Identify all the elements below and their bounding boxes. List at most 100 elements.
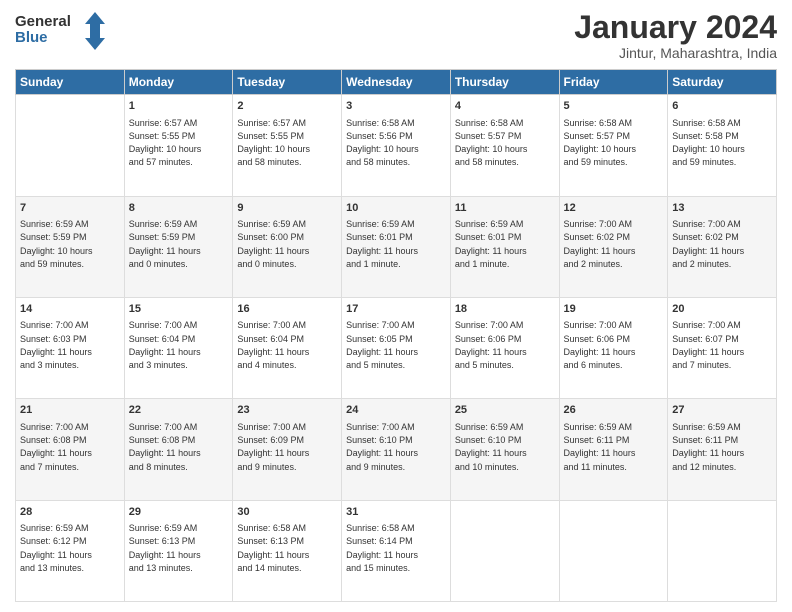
day-number: 31 (346, 505, 446, 520)
day-info: Sunrise: 6:59 AMSunset: 6:11 PMDaylight:… (672, 422, 744, 472)
day-info: Sunrise: 6:59 AMSunset: 6:13 PMDaylight:… (129, 523, 201, 573)
day-cell: 2Sunrise: 6:57 AMSunset: 5:55 PMDaylight… (233, 95, 342, 196)
day-cell: 11 Sunrise: 6:59 AMSunset: 6:01 PMDayligh… (450, 196, 559, 297)
title-block: January 2024 Jintur, Maharashtra, India (574, 10, 777, 61)
day-cell: 19Sunrise: 7:00 AMSunset: 6:06 PMDayligh… (559, 297, 668, 398)
day-info: Sunrise: 6:59 AMSunset: 6:01 PMDaylight:… (346, 219, 418, 269)
col-header-friday: Friday (559, 70, 668, 95)
day-cell: 3Sunrise: 6:58 AMSunset: 5:56 PMDaylight… (342, 95, 451, 196)
day-cell (450, 500, 559, 601)
day-number: 8 (129, 201, 229, 216)
day-info: Sunrise: 7:00 AMSunset: 6:04 PMDaylight:… (129, 320, 201, 370)
day-info: Sunrise: 7:00 AMSunset: 6:08 PMDaylight:… (20, 422, 92, 472)
header: General Blue January 2024 Jintur, Mahara… (15, 10, 777, 61)
col-header-wednesday: Wednesday (342, 70, 451, 95)
col-header-saturday: Saturday (668, 70, 777, 95)
main-title: January 2024 (574, 10, 777, 45)
day-info: Sunrise: 6:57 AMSunset: 5:55 PMDaylight:… (129, 118, 202, 168)
day-number: 17 (346, 302, 446, 317)
day-cell: 5Sunrise: 6:58 AMSunset: 5:57 PMDaylight… (559, 95, 668, 196)
day-info: Sunrise: 7:00 AMSunset: 6:10 PMDaylight:… (346, 422, 418, 472)
day-info: Sunrise: 6:58 AMSunset: 6:14 PMDaylight:… (346, 523, 418, 573)
day-cell: 6 Sunrise: 6:58 AMSunset: 5:58 PMDaylight… (668, 95, 777, 196)
day-info: Sunrise: 7:00 AMSunset: 6:02 PMDaylight:… (564, 219, 636, 269)
day-cell: 22Sunrise: 7:00 AMSunset: 6:08 PMDayligh… (124, 399, 233, 500)
day-cell: 24 Sunrise: 7:00 AMSunset: 6:10 PMDayligh… (342, 399, 451, 500)
day-number: 29 (129, 505, 229, 520)
day-info: Sunrise: 7:00 AMSunset: 6:06 PMDaylight:… (455, 320, 527, 370)
day-number: 9 (237, 201, 337, 216)
day-cell: 4 Sunrise: 6:58 AMSunset: 5:57 PMDaylight… (450, 95, 559, 196)
day-number: 28 (20, 505, 120, 520)
day-cell: 20 Sunrise: 7:00 AMSunset: 6:07 PMDayligh… (668, 297, 777, 398)
day-info: Sunrise: 7:00 AMSunset: 6:05 PMDaylight:… (346, 320, 418, 370)
day-number: 21 (20, 403, 120, 418)
calendar-table: SundayMondayTuesdayWednesdayThursdayFrid… (15, 69, 777, 602)
day-cell: 8 Sunrise: 6:59 AMSunset: 5:59 PMDaylight… (124, 196, 233, 297)
day-cell: 16 Sunrise: 7:00 AMSunset: 6:04 PMDayligh… (233, 297, 342, 398)
day-cell: 31 Sunrise: 6:58 AMSunset: 6:14 PMDayligh… (342, 500, 451, 601)
header-row: SundayMondayTuesdayWednesdayThursdayFrid… (16, 70, 777, 95)
logo: General Blue (15, 10, 105, 52)
day-number: 4 (455, 99, 555, 114)
day-info: Sunrise: 6:59 AMSunset: 6:10 PMDaylight:… (455, 422, 527, 472)
day-cell: 29 Sunrise: 6:59 AMSunset: 6:13 PMDayligh… (124, 500, 233, 601)
svg-text:General: General (15, 13, 71, 30)
day-number: 16 (237, 302, 337, 317)
day-cell (668, 500, 777, 601)
day-cell: 28 Sunrise: 6:59 AMSunset: 6:12 PMDayligh… (16, 500, 125, 601)
day-info: Sunrise: 7:00 AMSunset: 6:04 PMDaylight:… (237, 320, 309, 370)
day-number: 2 (237, 99, 337, 114)
day-number: 1 (129, 99, 229, 114)
day-number: 3 (346, 99, 446, 114)
day-cell: 9 Sunrise: 6:59 AMSunset: 6:00 PMDaylight… (233, 196, 342, 297)
day-number: 22 (129, 403, 229, 418)
day-info: Sunrise: 6:59 AMSunset: 5:59 PMDaylight:… (129, 219, 201, 269)
day-number: 27 (672, 403, 772, 418)
logo-svg: General Blue (15, 10, 105, 52)
day-number: 13 (672, 201, 772, 216)
col-header-sunday: Sunday (16, 70, 125, 95)
week-row-2: 7 Sunrise: 6:59 AMSunset: 5:59 PMDaylight… (16, 196, 777, 297)
day-cell: 30 Sunrise: 6:58 AMSunset: 6:13 PMDayligh… (233, 500, 342, 601)
day-info: Sunrise: 7:00 AMSunset: 6:06 PMDaylight:… (564, 320, 636, 370)
day-number: 20 (672, 302, 772, 317)
day-number: 30 (237, 505, 337, 520)
day-info: Sunrise: 6:59 AMSunset: 6:00 PMDaylight:… (237, 219, 309, 269)
day-cell: 7Sunrise: 6:59 AMSunset: 5:59 PMDaylight… (16, 196, 125, 297)
day-cell: 15Sunrise: 7:00 AMSunset: 6:04 PMDayligh… (124, 297, 233, 398)
day-number: 14 (20, 302, 120, 317)
col-header-tuesday: Tuesday (233, 70, 342, 95)
day-number: 23 (237, 403, 337, 418)
day-cell: 25Sunrise: 6:59 AMSunset: 6:10 PMDayligh… (450, 399, 559, 500)
day-number: 10 (346, 201, 446, 216)
day-info: Sunrise: 6:59 AMSunset: 6:11 PMDaylight:… (564, 422, 636, 472)
day-cell: 1 Sunrise: 6:57 AMSunset: 5:55 PMDaylight… (124, 95, 233, 196)
day-cell: 26 Sunrise: 6:59 AMSunset: 6:11 PMDayligh… (559, 399, 668, 500)
day-number: 18 (455, 302, 555, 317)
col-header-monday: Monday (124, 70, 233, 95)
day-number: 12 (564, 201, 664, 216)
day-number: 26 (564, 403, 664, 418)
day-info: Sunrise: 7:00 AMSunset: 6:02 PMDaylight:… (672, 219, 744, 269)
day-number: 24 (346, 403, 446, 418)
day-info: Sunrise: 6:58 AMSunset: 6:13 PMDaylight:… (237, 523, 309, 573)
day-number: 7 (20, 201, 120, 216)
week-row-1: 1 Sunrise: 6:57 AMSunset: 5:55 PMDaylight… (16, 95, 777, 196)
day-cell: 10 Sunrise: 6:59 AMSunset: 6:01 PMDayligh… (342, 196, 451, 297)
week-row-4: 21 Sunrise: 7:00 AMSunset: 6:08 PMDayligh… (16, 399, 777, 500)
day-cell: 23 Sunrise: 7:00 AMSunset: 6:09 PMDayligh… (233, 399, 342, 500)
day-info: Sunrise: 7:00 AMSunset: 6:07 PMDaylight:… (672, 320, 744, 370)
day-info: Sunrise: 6:59 AMSunset: 6:01 PMDaylight:… (455, 219, 527, 269)
day-info: Sunrise: 7:00 AMSunset: 6:09 PMDaylight:… (237, 422, 309, 472)
day-info: Sunrise: 6:59 AMSunset: 6:12 PMDaylight:… (20, 523, 92, 573)
day-cell (16, 95, 125, 196)
col-header-thursday: Thursday (450, 70, 559, 95)
day-number: 6 (672, 99, 772, 114)
day-number: 11 (455, 201, 555, 216)
day-info: Sunrise: 6:58 AMSunset: 5:58 PMDaylight:… (672, 118, 745, 168)
day-cell: 21 Sunrise: 7:00 AMSunset: 6:08 PMDayligh… (16, 399, 125, 500)
day-cell: 17 Sunrise: 7:00 AMSunset: 6:05 PMDayligh… (342, 297, 451, 398)
day-info: Sunrise: 7:00 AMSunset: 6:03 PMDaylight:… (20, 320, 92, 370)
day-info: Sunrise: 6:58 AMSunset: 5:57 PMDaylight:… (455, 118, 528, 168)
